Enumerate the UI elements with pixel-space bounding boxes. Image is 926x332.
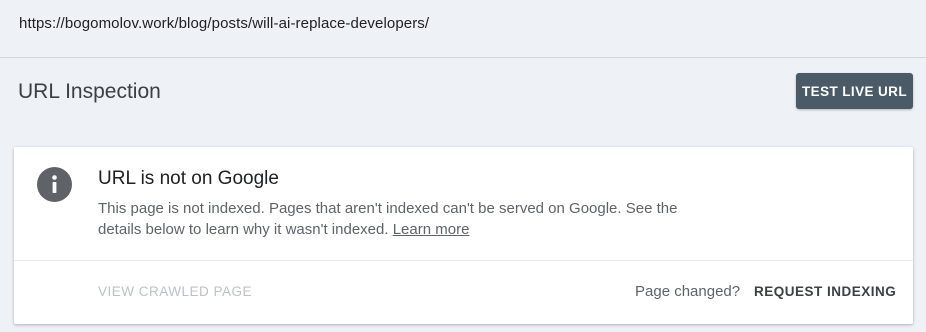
learn-more-link[interactable]: Learn more — [393, 221, 470, 238]
status-description: This page is not indexed. Pages that are… — [98, 198, 688, 240]
page-title: URL Inspection — [18, 80, 161, 103]
request-indexing-button[interactable]: REQUEST INDEXING — [754, 284, 896, 299]
page-changed-label: Page changed? — [635, 283, 741, 300]
info-icon — [37, 167, 72, 202]
card-divider — [14, 260, 913, 261]
inspection-header: URL Inspection TEST LIVE URL — [0, 59, 926, 129]
test-live-url-button[interactable]: TEST LIVE URL — [796, 73, 913, 109]
view-crawled-page-button[interactable]: VIEW CRAWLED PAGE — [98, 284, 252, 299]
url-bar: https://bogomolov.work/blog/posts/will-a… — [0, 0, 926, 58]
inspected-url: https://bogomolov.work/blog/posts/will-a… — [19, 15, 430, 32]
index-status-card: URL is not on Google This page is not in… — [14, 147, 913, 324]
status-description-text: This page is not indexed. Pages that are… — [98, 200, 678, 238]
status-title: URL is not on Google — [98, 168, 279, 189]
